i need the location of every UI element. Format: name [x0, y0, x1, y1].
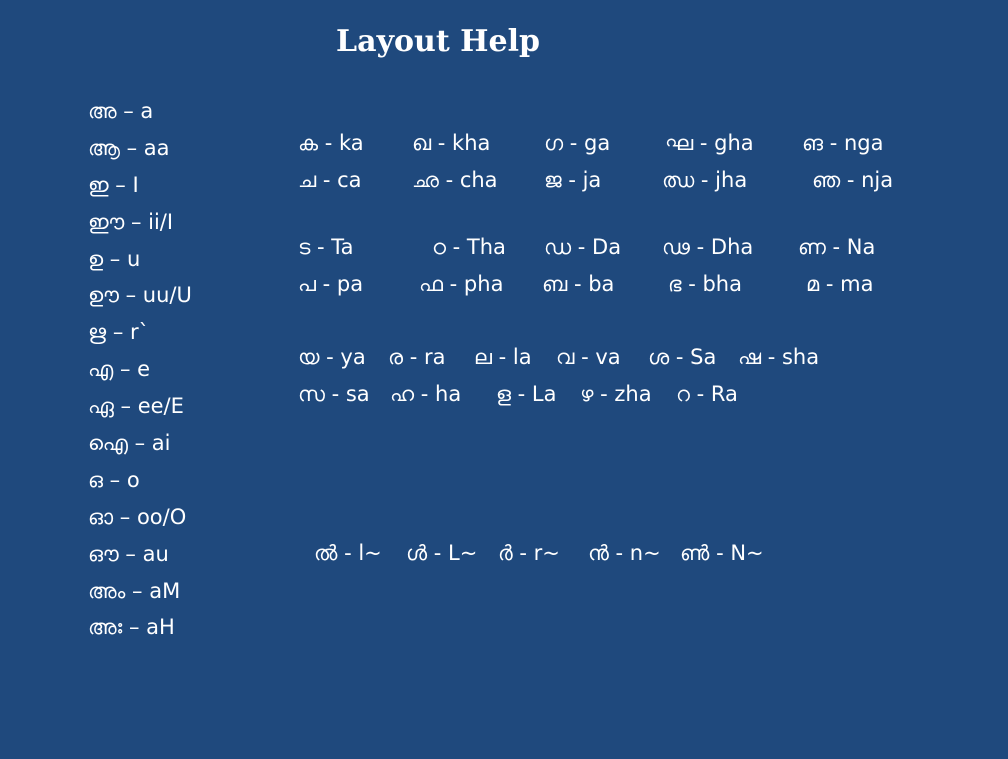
consonant-item: ജ - ja — [544, 168, 602, 192]
vowel-item: ഒ – o — [88, 467, 140, 492]
chillu-row: ൽ - l~ ൾ - L~ ർ - r~ ൻ - n~ ൺ - N~ — [0, 538, 1008, 568]
consonant-item: ല - la — [474, 345, 532, 369]
consonant-row-ya: യ - ya ര - ra ല - la വ - va ശ - Sa ഷ - s… — [0, 342, 1008, 372]
consonant-item: ഝ - jha — [662, 168, 748, 192]
vowel-item: ഓ – oo/O — [88, 504, 187, 529]
consonant-item: ഭ - bha — [668, 272, 742, 296]
consonant-item: ക - ka — [298, 131, 364, 155]
chillu-item: ർ - r~ — [498, 541, 560, 565]
consonant-item: ങ - nga — [802, 131, 884, 155]
consonant-item: ച - ca — [298, 168, 362, 192]
consonant-item: ഠ - Tha — [432, 235, 506, 259]
consonant-item: ഷ - sha — [738, 345, 820, 369]
consonant-item: ഛ - cha — [412, 168, 498, 192]
consonant-item: റ - Ra — [676, 382, 738, 406]
consonant-item: ഡ - Da — [544, 235, 622, 259]
consonant-item: ഢ - Dha — [662, 235, 754, 259]
consonant-item: പ - pa — [298, 272, 364, 296]
consonant-row-ka: ക - ka ഖ - kha ഗ - ga ഘ - gha ങ - nga — [0, 128, 1008, 158]
vowel-item: അം – aM — [88, 578, 181, 603]
consonant-item: സ - sa — [298, 382, 370, 406]
chillu-item: ൻ - n~ — [588, 541, 661, 565]
consonant-item: ഫ - pha — [419, 272, 504, 296]
consonant-item: ള - La — [496, 382, 557, 406]
consonant-item: ഘ - gha — [665, 131, 754, 155]
consonant-item: ശ - Sa — [648, 345, 717, 369]
consonant-item: വ - va — [556, 345, 621, 369]
consonant-item: ഖ - kha — [412, 131, 491, 155]
chillu-item: ൺ - N~ — [680, 541, 764, 565]
consonant-item: ണ - Na — [798, 235, 876, 259]
vowel-item: അഃ – aH — [88, 615, 175, 640]
consonant-item: ഗ - ga — [544, 131, 611, 155]
page-title: Layout Help — [336, 24, 540, 59]
consonant-item: ഴ - zha — [580, 382, 652, 406]
vowel-item: ഐ – ai — [88, 431, 171, 456]
consonant-item: ഞ - nja — [812, 168, 894, 192]
chillu-item: ൾ - L~ — [406, 541, 478, 565]
consonant-row-sa: സ - sa ഹ - ha ള - La ഴ - zha റ - Ra — [0, 379, 1008, 409]
consonant-row-pa: പ - pa ഫ - pha ബ - ba ഭ - bha മ - ma — [0, 269, 1008, 299]
consonant-item: ബ - ba — [542, 272, 615, 296]
consonant-item: ട - Ta — [298, 235, 354, 259]
vowel-item: അ – a — [88, 99, 154, 123]
consonant-row-ca: ച - ca ഛ - cha ജ - ja ഝ - jha ഞ - nja — [0, 165, 1008, 195]
chillu-item: ൽ - l~ — [314, 541, 382, 565]
consonant-row-ta: ട - Ta ഠ - Tha ഡ - Da ഢ - Dha ണ - Na — [0, 232, 1008, 262]
consonant-item: മ - ma — [806, 272, 874, 296]
consonant-item: യ - ya — [298, 345, 366, 369]
consonant-item: ഹ - ha — [390, 382, 462, 406]
consonant-item: ര - ra — [388, 345, 446, 369]
